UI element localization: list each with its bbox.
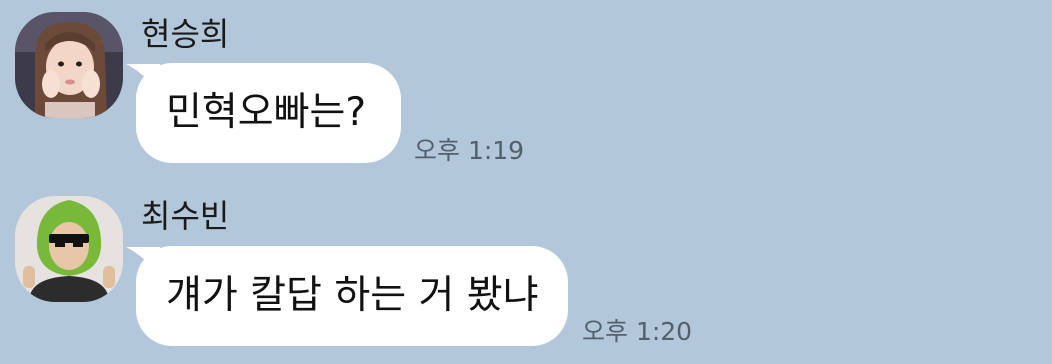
avatar-image [15,12,123,118]
message-timestamp: 오후 1:19 [414,136,525,165]
profile-avatar[interactable] [15,12,123,118]
message-bubble[interactable]: 걔가 칼답 하는 거 봤냐 [136,246,568,346]
message-timestamp: 오후 1:20 [582,317,693,346]
avatar-image [15,196,123,302]
message-bubble[interactable]: 민혁오빠는? [136,63,401,163]
sender-name: 현승희 [141,15,230,53]
profile-avatar[interactable] [15,196,123,302]
sender-name: 최수빈 [141,197,230,235]
